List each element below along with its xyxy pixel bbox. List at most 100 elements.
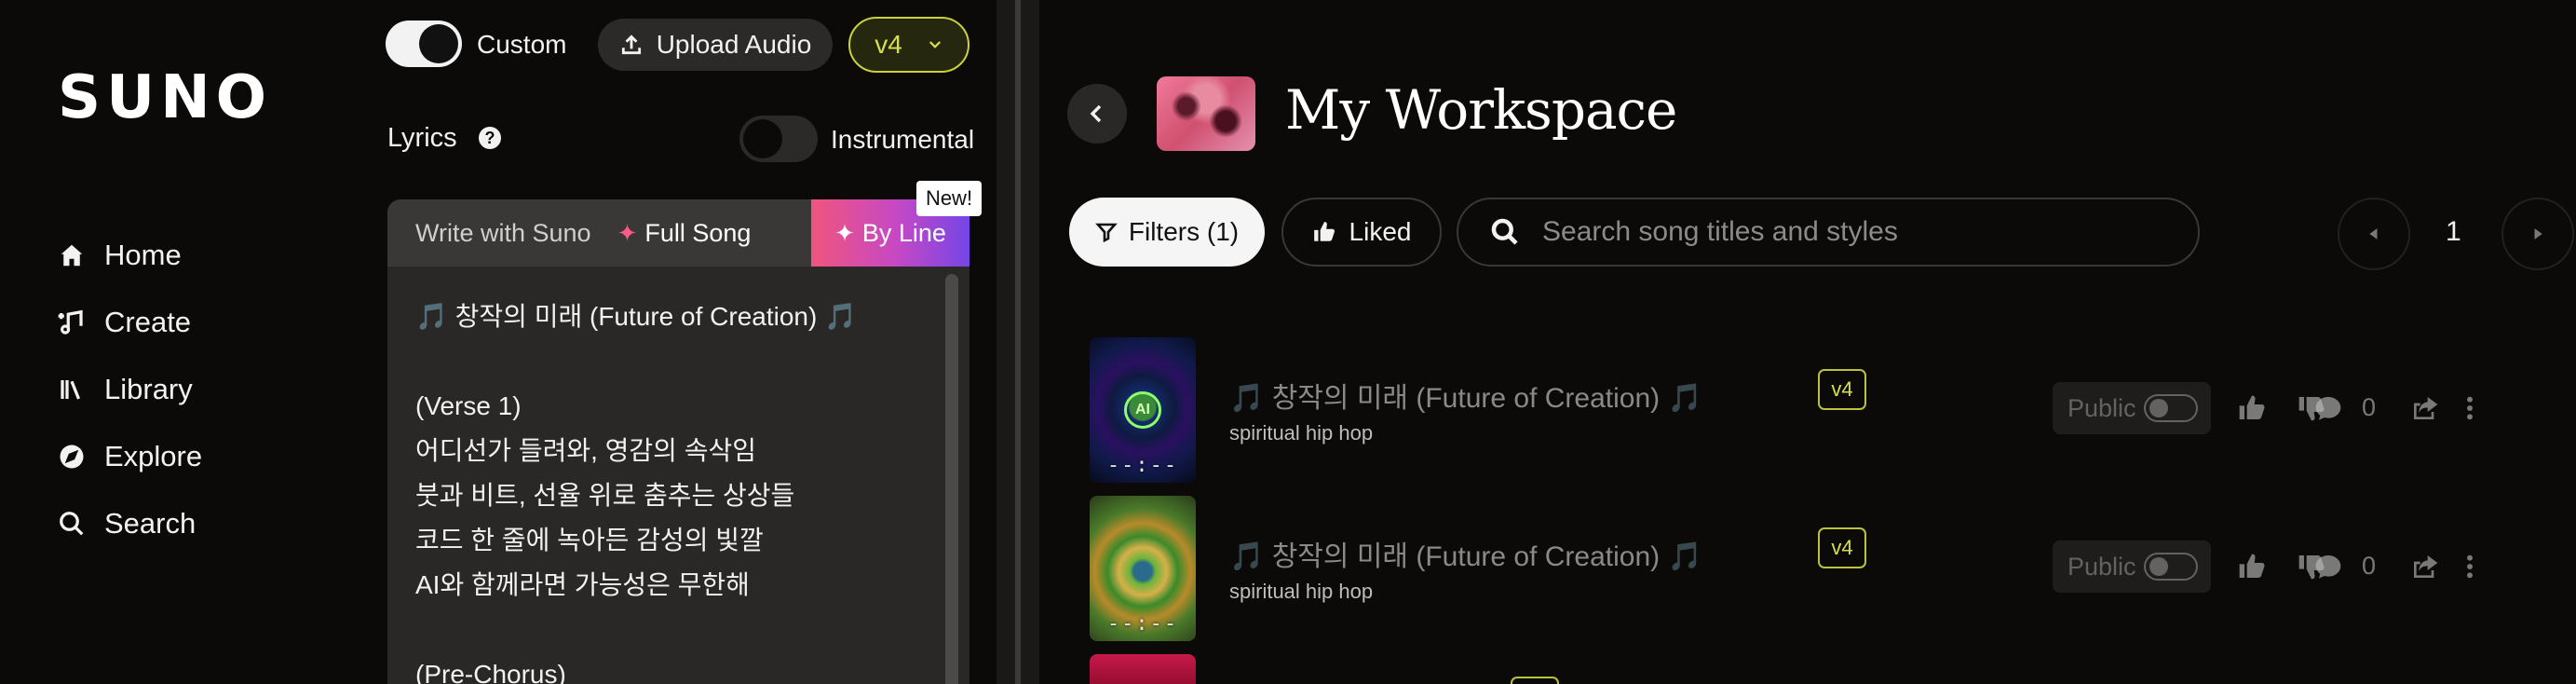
more-vertical-icon [2467, 554, 2473, 579]
toggle-knob [419, 24, 458, 63]
public-label: Public [2068, 393, 2136, 422]
share-button[interactable] [2410, 393, 2440, 423]
like-button[interactable] [2237, 552, 2267, 581]
next-page-button[interactable] [2501, 198, 2574, 270]
thumbs-up-icon [2239, 395, 2265, 419]
version-select[interactable]: v4 [848, 17, 969, 73]
comment-icon [2315, 397, 2341, 420]
song-search [1457, 198, 2200, 267]
compass-icon [60, 445, 84, 469]
sidebar-item-home[interactable]: Home [58, 222, 202, 289]
suno-logo[interactable]: SUNO [58, 63, 272, 132]
sidebar-item-label: Create [104, 306, 192, 338]
comment-button[interactable] [2313, 552, 2343, 581]
sidebar-item-label: Library [104, 373, 193, 405]
sidebar: SUNO Home Create Library Explore Search [0, 0, 363, 684]
upload-audio-label: Upload Audio [656, 30, 812, 59]
liked-label: Liked [1349, 217, 1412, 246]
share-icon [2414, 555, 2438, 578]
comment-count: 0 [2362, 552, 2377, 580]
mini-toggle [2143, 394, 2198, 422]
search-icon [1491, 218, 1518, 245]
public-toggle[interactable]: Public [2053, 382, 2211, 434]
song-title[interactable]: 🎵 창작의 미래 (Future of Creation) 🎵 [1229, 533, 1702, 574]
lyrics-scrollbar[interactable] [945, 274, 958, 684]
instrumental-label: Instrumental [831, 125, 975, 154]
version-badge: v4 [1818, 527, 1866, 568]
panel-resize-handle[interactable] [997, 0, 1039, 684]
lyrics-tabs: Write with Suno ✦ Full Song ✦ By Line [387, 199, 969, 267]
version-badge-partial [1511, 677, 1559, 684]
create-panel: Custom Upload Audio v4 Lyrics ? Instrume… [363, 0, 997, 684]
tab-label: Full Song [644, 218, 752, 247]
song-duration: --:-- [1106, 454, 1179, 477]
version-value: v4 [874, 30, 902, 59]
sidebar-item-explore[interactable]: Explore [58, 423, 202, 490]
song-cover-partial[interactable] [1090, 654, 1196, 684]
home-icon [61, 244, 83, 267]
sidebar-item-search[interactable]: Search [58, 490, 202, 557]
share-button[interactable] [2410, 552, 2440, 581]
prev-page-button[interactable] [2338, 198, 2410, 270]
filters-button[interactable]: Filters (1) [1069, 198, 1265, 267]
public-toggle[interactable]: Public [2053, 540, 2211, 593]
more-options-button[interactable] [2455, 552, 2485, 581]
share-icon [2414, 397, 2438, 419]
song-duration: --:-- [1106, 612, 1179, 636]
lyrics-label: Lyrics [387, 123, 457, 153]
version-badge: v4 [1818, 369, 1866, 410]
comment-count: 0 [2362, 393, 2377, 421]
song-title[interactable]: 🎵 창작의 미래 (Future of Creation) 🎵 [1229, 375, 1702, 416]
page-number: 1 [2446, 216, 2461, 247]
tab-write-with-suno[interactable]: Write with Suno [387, 199, 591, 267]
comment-icon [2315, 555, 2341, 579]
tab-full-song[interactable]: ✦ Full Song [591, 199, 752, 267]
page-title: My Workspace [1285, 78, 1677, 142]
song-row[interactable]: AI --:-- 🎵 창작의 미래 (Future of Creation) 🎵… [1090, 337, 2576, 483]
tab-label: By Line [861, 218, 946, 247]
custom-toggle[interactable] [386, 21, 462, 67]
thumbs-up-icon [2239, 554, 2265, 578]
lyrics-editor: Write with Suno ✦ Full Song ✦ By Line 🎵 창작… [387, 199, 969, 684]
custom-label: Custom [477, 30, 567, 59]
sidebar-item-label: Search [104, 507, 197, 540]
public-label: Public [2068, 552, 2136, 581]
library-icon [61, 380, 81, 400]
search-icon [60, 512, 84, 536]
song-cover[interactable]: --:-- [1090, 496, 1196, 641]
sidebar-item-label: Home [104, 239, 182, 271]
back-button[interactable] [1067, 84, 1127, 144]
sidebar-item-create[interactable]: Create [58, 289, 202, 356]
sidebar-nav: Home Create Library Explore Search [58, 222, 202, 557]
liked-button[interactable]: Liked [1281, 198, 1442, 267]
song-row[interactable]: --:-- 🎵 창작의 미래 (Future of Creation) 🎵 v4… [1090, 496, 2576, 641]
workspace-cover-image[interactable] [1157, 76, 1255, 151]
upload-icon [621, 34, 641, 55]
chevron-left-icon [1090, 104, 1102, 123]
like-button[interactable] [2237, 393, 2267, 423]
thumbs-up-icon [1313, 222, 1335, 241]
new-badge: New! [916, 181, 982, 216]
help-icon[interactable]: ? [479, 127, 501, 149]
more-options-button[interactable] [2455, 393, 2485, 423]
music-note-icon [58, 309, 83, 335]
song-style[interactable]: spiritual hip hop [1229, 580, 1373, 604]
sparkle-icon: ✦ [617, 218, 638, 247]
search-input[interactable] [1542, 216, 2157, 248]
lyrics-textarea[interactable]: 🎵 창작의 미래 (Future of Creation) 🎵 (Verse 1… [415, 294, 928, 684]
filter-icon [1095, 223, 1118, 243]
comment-icon-wrap [2313, 393, 2343, 423]
chevron-down-icon [929, 41, 941, 48]
toggle-knob [743, 119, 782, 158]
upload-audio-button[interactable]: Upload Audio [598, 19, 833, 71]
filters-label: Filters (1) [1128, 217, 1240, 246]
sidebar-item-label: Explore [104, 440, 203, 472]
song-cover[interactable]: AI --:-- [1090, 337, 1196, 483]
song-style[interactable]: spiritual hip hop [1229, 421, 1373, 445]
more-vertical-icon [2467, 396, 2473, 420]
divider-line [1015, 0, 1021, 684]
sparkle-icon: ✦ [834, 218, 855, 247]
sidebar-item-library[interactable]: Library [58, 356, 202, 423]
tab-label: Write with Suno [415, 218, 591, 247]
instrumental-toggle[interactable] [739, 116, 818, 162]
